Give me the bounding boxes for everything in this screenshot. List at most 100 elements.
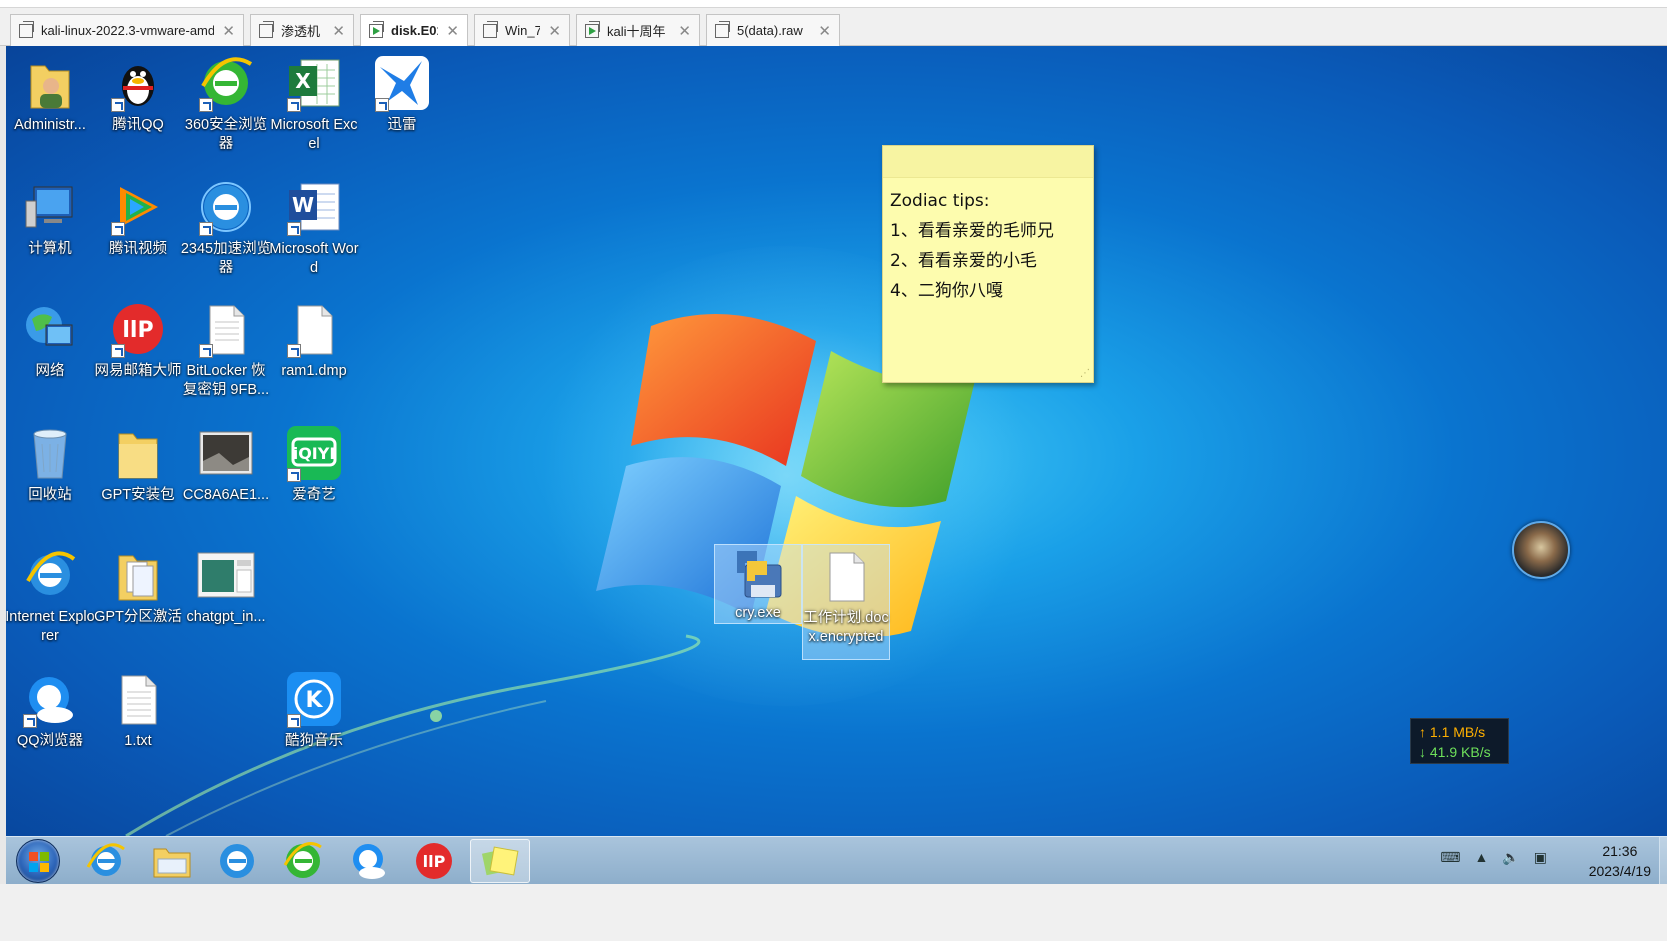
window-top-strip (0, 0, 1667, 8)
sticky-note-line: 2、看看亲爱的小毛 (890, 251, 1037, 271)
desktop-icon-excel[interactable]: X Microsoft Excel (270, 52, 358, 154)
sticky-note-body[interactable]: Zodiac tips: 1、看看亲爱的毛师兄 2、看看亲爱的小毛 4、二狗你八… (883, 178, 1093, 314)
sticky-note-header[interactable] (883, 146, 1093, 178)
taskbar-explorer[interactable] (142, 839, 202, 883)
shortcut-arrow-icon (199, 222, 213, 236)
icon-label: 腾讯视频 (109, 241, 167, 257)
sticky-note-line: Zodiac tips: (890, 191, 990, 211)
tab-data-raw[interactable]: 5(data).raw ✕ (706, 14, 840, 46)
svg-text:llP: llP (423, 852, 446, 871)
shortcut-arrow-icon (111, 344, 125, 358)
desktop-icon-qq[interactable]: 腾讯QQ (94, 52, 182, 135)
vm-running-icon (369, 20, 384, 38)
show-desktop-button[interactable] (1659, 837, 1667, 885)
download-speed: ↓ 41.9 KB/s (1419, 744, 1491, 760)
desktop-icon-recycle-bin[interactable]: 回收站 (6, 422, 94, 505)
close-icon[interactable]: ✕ (222, 22, 235, 40)
resize-grip-icon[interactable]: ⋰ (1080, 368, 1090, 379)
svg-text:llP: llP (122, 318, 153, 343)
desktop-icon-iqiyi[interactable]: iQIYI 爱奇艺 (270, 422, 358, 505)
taskbar-netease-mail[interactable]: llP (404, 839, 464, 883)
2345-browser-icon (197, 176, 255, 238)
start-button[interactable] (16, 839, 60, 883)
volume-icon[interactable]: 🔈 (1502, 849, 1519, 866)
close-icon[interactable]: ✕ (548, 22, 561, 40)
tab-disk-e01[interactable]: disk.E01 ✕ (360, 14, 468, 46)
desktop-icon-cc8a-image[interactable]: CC8A6AE1... (182, 422, 270, 505)
taskbar-internet-explorer[interactable] (76, 839, 136, 883)
2345-browser-icon (220, 844, 254, 878)
svg-text:K: K (305, 688, 323, 713)
tray-overflow-chevron-icon[interactable]: ▲ (1474, 849, 1488, 866)
netease-mail-icon: llP (416, 843, 452, 879)
taskbar-qq-browser[interactable] (338, 839, 398, 883)
close-icon[interactable]: ✕ (818, 22, 831, 40)
taskbar-360-browser[interactable] (273, 839, 333, 883)
desktop-icon-gpt-activate[interactable]: GPT分区激活 (94, 544, 182, 627)
excel-icon: X (285, 52, 343, 114)
vm-icon (259, 20, 274, 38)
tab-kali-anniversary[interactable]: kali十周年 ✕ (576, 14, 700, 46)
desktop-icon-360-browser[interactable]: 360安全浏览器 (182, 52, 270, 154)
desktop-icon-administrator[interactable]: Administr... (6, 52, 94, 135)
windows-flag-icon (29, 852, 49, 872)
shortcut-arrow-icon (287, 344, 301, 358)
desktop-icon-1-txt[interactable]: 1.txt (94, 668, 182, 751)
netease-mail-icon: llP (109, 298, 167, 360)
network-tray-icon[interactable]: ▣ (1534, 849, 1547, 866)
close-icon[interactable]: ✕ (678, 22, 691, 40)
shortcut-arrow-icon (287, 98, 301, 112)
keyboard-icon[interactable]: ⌨ (1440, 849, 1460, 866)
folder-icon (153, 848, 191, 878)
vm-icon (715, 20, 730, 38)
desktop-icon-gpt-package[interactable]: GPT安装包 (94, 422, 182, 505)
shortcut-arrow-icon (287, 222, 301, 236)
icon-label: 计算机 (28, 241, 72, 257)
desktop-icon-cry-exe[interactable]: cry.exe (714, 544, 802, 624)
internet-explorer-icon (86, 843, 125, 876)
shortcut-arrow-icon (287, 468, 301, 482)
system-clock[interactable]: 21:36 2023/4/19 (1589, 841, 1651, 881)
avatar-gadget[interactable] (1512, 521, 1570, 579)
desktop-icon-xunlei[interactable]: 迅雷 (358, 52, 446, 135)
svg-text:X: X (295, 69, 311, 93)
icon-label: 网络 (35, 363, 65, 379)
shortcut-arrow-icon (111, 98, 125, 112)
tab-label: disk.E01 (391, 23, 438, 38)
desktop-icon-ram1-dmp[interactable]: ram1.dmp (270, 298, 358, 381)
icon-label: 1.txt (124, 733, 152, 749)
desktop-icon-network[interactable]: 网络 (6, 298, 94, 381)
sticky-note-line: 4、二狗你八嘎 (890, 281, 1003, 301)
desktop-icon-qq-browser[interactable]: QQ浏览器 (6, 668, 94, 751)
shortcut-arrow-icon (111, 222, 125, 236)
desktop-icon-tencent-video[interactable]: 腾讯视频 (94, 176, 182, 259)
guest-desktop[interactable]: Administr... 计算机 网络 回收站 Internet Explore… (6, 46, 1667, 836)
svg-text:W: W (292, 193, 314, 217)
sticky-note[interactable]: Zodiac tips: 1、看看亲爱的毛师兄 2、看看亲爱的小毛 4、二狗你八… (882, 145, 1094, 383)
tab-win7[interactable]: Win_7 ✕ (474, 14, 570, 46)
taskbar-2345-browser[interactable] (207, 839, 267, 883)
taskbar-sticky-notes[interactable] (470, 839, 530, 883)
tab-kali-linux[interactable]: kali-linux-2022.3-vmware-amd64 ✕ (10, 14, 244, 46)
icon-label: 腾讯QQ (112, 117, 164, 133)
qq-browser-icon (353, 844, 385, 879)
icon-label: 爱奇艺 (292, 487, 336, 503)
icon-label: 2345加速浏览器 (180, 241, 272, 276)
tab-pentest[interactable]: 渗透机 ✕ (250, 14, 354, 46)
blank-file-icon (817, 545, 875, 607)
desktop-icon-kugou[interactable]: K 酷狗音乐 (270, 668, 358, 751)
window-thumbnail-icon (197, 544, 255, 606)
desktop-icon-2345-browser[interactable]: 2345加速浏览器 (180, 176, 272, 278)
desktop-icon-word[interactable]: W Microsoft Word (269, 176, 359, 278)
desktop-icon-internet-explorer[interactable]: Internet Explorer (6, 544, 95, 646)
taskbar: llP ⌨ ▲ 🔈 ▣ 21:36 2023/4/19 (6, 836, 1667, 885)
close-icon[interactable]: ✕ (446, 22, 459, 40)
desktop-icon-work-plan-encrypted[interactable]: 工作计划.docx.encrypted (802, 544, 890, 660)
close-icon[interactable]: ✕ (332, 22, 345, 40)
desktop-icon-chatgpt-installer[interactable]: chatgpt_in... (182, 544, 270, 627)
sticky-note-line: 1、看看亲爱的毛师兄 (890, 221, 1054, 241)
desktop-icon-computer[interactable]: 计算机 (6, 176, 94, 259)
desktop-icon-bitlocker-key[interactable]: BitLocker 恢复密钥 9FB... (182, 298, 270, 400)
desktop-icon-netease-mail[interactable]: llP 网易邮箱大师 (94, 298, 182, 381)
360-browser-icon (283, 842, 322, 878)
